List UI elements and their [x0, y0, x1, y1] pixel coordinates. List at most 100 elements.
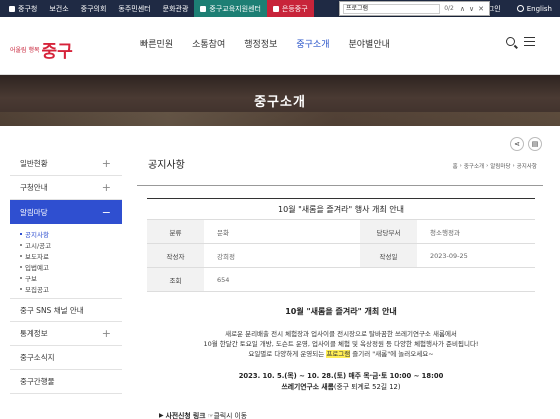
sidebar-item-label: 중구간행물 — [20, 377, 55, 386]
submenu-item-press[interactable]: 보도자료 — [20, 250, 122, 261]
topbar-link-label: 중구의회 — [80, 4, 107, 13]
language-link[interactable]: English — [509, 0, 560, 17]
sidebar-item-label: 통계정보 — [20, 329, 48, 338]
sidebar: 일반현황 + 구청안내 + 알림마당 − 공지사항 고시/공고 보도자료 입법예… — [10, 152, 122, 394]
meta-label: 작성일 — [360, 244, 417, 267]
sidebar-item-notices[interactable]: 알림마당 − — [10, 200, 122, 224]
sidebar-item-publications[interactable]: 중구간행물 — [10, 370, 122, 394]
topbar-link-district-office[interactable]: 중구청 — [3, 0, 43, 17]
body-title: 10월 "새롬을 즐겨라" 개최 안내 — [285, 307, 397, 316]
nav-item-communication[interactable]: 소통참여 — [192, 37, 225, 50]
breadcrumb-current: 공지사항 — [516, 164, 537, 170]
topbar-link-label: 중구청 — [18, 4, 38, 13]
submenu-item-recruitment[interactable]: 모집공고 — [20, 283, 122, 294]
find-input[interactable]: 프로그램 — [343, 3, 441, 14]
share-icon[interactable]: ⋖ — [510, 137, 524, 151]
topbar-link-health-center[interactable]: 보건소 — [43, 0, 74, 17]
sidebar-item-label: 구청안내 — [20, 183, 48, 192]
bullet-icon — [20, 276, 22, 279]
body-text: 즐기러 "새롬"에 놀러오세요~ — [350, 350, 434, 358]
topbar-link-eundeung[interactable]: 은등중구 — [266, 0, 314, 17]
breadcrumb: 홈 › 중구소개 › 알림마당 › 공지사항 — [451, 162, 537, 170]
submenu-label: 보도자료 — [25, 252, 49, 261]
bullet-icon — [20, 243, 22, 246]
find-prev-button[interactable]: ∧ — [460, 5, 465, 13]
topbar-link-council[interactable]: 중구의회 — [75, 0, 113, 17]
place-name: 쓰레기연구소 새롬 — [281, 383, 334, 391]
bullet-icon — [20, 287, 22, 290]
meta-label: 조회 — [147, 268, 204, 291]
submenu-label: 공지사항 — [25, 230, 49, 239]
body-text: 요일별로 다양하게 운영되는 — [248, 350, 327, 358]
submenu-label: 입법예고 — [25, 263, 49, 272]
meta-row-category: 분류 문화 담당부서 청소행정과 — [147, 220, 535, 244]
nav-item-field-guide[interactable]: 분야별안내 — [349, 37, 390, 50]
sidebar-item-sns[interactable]: 중구 SNS 채널 안내 — [10, 298, 122, 322]
event-place: 쓰레기연구소 새롬(중구 퇴계로 52길 12) — [147, 382, 535, 392]
site-icon — [272, 5, 279, 12]
nav-item-about[interactable]: 중구소개 — [296, 37, 329, 50]
search-icon[interactable] — [506, 37, 515, 46]
sidebar-item-general-status[interactable]: 일반현황 + — [10, 152, 122, 176]
meta-value: 2023-09-25 — [430, 251, 468, 260]
topbar-link-label: 보건소 — [49, 4, 69, 13]
breadcrumb-notices[interactable]: 알림마당 — [490, 162, 510, 170]
meta-value: 강희정 — [217, 252, 235, 261]
sidebar-item-newsletter[interactable]: 중구소식지 — [10, 346, 122, 370]
nav-item-admin-info[interactable]: 행정정보 — [244, 37, 277, 50]
print-icon[interactable]: ▤ — [528, 137, 542, 151]
breadcrumb-home[interactable]: 홈 — [453, 162, 458, 170]
topbar-link-label: 문화관광 — [162, 4, 189, 13]
logo-text: 중구 — [41, 42, 73, 62]
main-nav: 빠른민원 소통참여 행정정보 중구소개 분야별안내 — [140, 37, 409, 50]
bullet-icon — [20, 254, 22, 257]
education-icon — [200, 5, 207, 12]
article-title: 10월 "새롬을 즐겨라" 행사 개최 안내 — [147, 198, 535, 220]
topbar-link-education-center[interactable]: 중구교육지원센터 — [194, 0, 267, 17]
sidebar-item-label: 일반현황 — [20, 159, 48, 168]
sidebar-item-label: 중구 SNS 채널 안내 — [20, 305, 84, 315]
meta-label: 작성자 — [147, 244, 204, 267]
home-icon — [9, 5, 15, 12]
bullet-icon — [20, 265, 22, 268]
find-next-button[interactable]: ∨ — [469, 5, 474, 13]
submenu-item-announcement[interactable]: 고시/공고 — [20, 239, 122, 250]
menu-icon[interactable] — [524, 37, 535, 46]
plus-icon: + — [101, 327, 111, 340]
page-banner: 중구소개 — [0, 75, 560, 126]
sidebar-item-office-guide[interactable]: 구청안내 + — [10, 176, 122, 200]
meta-value: 654 — [217, 275, 230, 284]
topbar-link-culture[interactable]: 문화관광 — [157, 0, 195, 17]
submenu-item-notice[interactable]: 공지사항 — [20, 228, 122, 239]
bullet-icon — [20, 232, 22, 235]
submenu-label: 모집공고 — [25, 285, 49, 294]
meta-label: 담당부서 — [360, 220, 417, 243]
submenu-item-gazette[interactable]: 구보 — [20, 272, 122, 283]
meta-row-author: 작성자 강희정 작성일 2023-09-25 — [147, 244, 535, 268]
find-count: 0/2 — [444, 5, 454, 12]
topbar-link-label: 중구교육지원센터 — [209, 4, 261, 13]
globe-icon — [516, 5, 524, 12]
article: 10월 "새롬을 즐겨라" 행사 개최 안내 분류 문화 담당부서 청소행정과 … — [147, 198, 535, 419]
meta-value: 문화 — [217, 228, 229, 237]
topbar-link-community-center[interactable]: 동주민센터 — [112, 0, 156, 17]
sidebar-item-statistics[interactable]: 통계정보 + — [10, 322, 122, 346]
triangle-right-icon: ▶ — [159, 411, 164, 419]
plus-icon: + — [101, 157, 111, 170]
signup-link-label: 사전신청 링크 — [165, 412, 206, 419]
meta-row-views: 조회 654 — [147, 268, 535, 292]
breadcrumb-about[interactable]: 중구소개 — [464, 162, 484, 170]
language-label: English — [526, 4, 552, 13]
body-line: 10월 한달간 토요일 개방, 도슨트 운영, 업사이클 체험 및 옥상정원 등… — [203, 340, 479, 348]
meta-label: 분류 — [147, 220, 204, 243]
nav-item-quick-civil[interactable]: 빠른민원 — [140, 37, 173, 50]
meta-value: 청소행정과 — [430, 228, 460, 237]
minus-icon: − — [101, 205, 111, 219]
submenu-item-legislation[interactable]: 입법예고 — [20, 261, 122, 272]
title-divider — [137, 185, 543, 186]
signup-link[interactable]: ☞클릭시 이동 — [208, 410, 248, 419]
sidebar-item-label: 중구소식지 — [20, 353, 55, 362]
body-line: 새로운 분리배출 전시 체험장과 업사이클 전시장으로 탈바꿈한 쓰레기연구소 … — [225, 330, 457, 338]
site-logo[interactable]: 어울림 행복 중구 — [10, 37, 73, 62]
find-close-button[interactable]: ✕ — [478, 5, 484, 13]
